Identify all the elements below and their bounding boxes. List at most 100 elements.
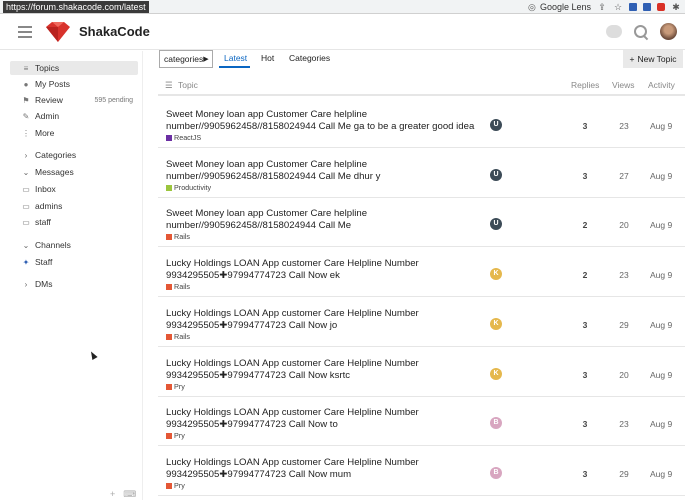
keyboard-icon[interactable]: ⌨ [123, 489, 136, 500]
poster-avatar[interactable]: U [490, 119, 502, 131]
poster-avatar[interactable]: K [490, 318, 502, 330]
extension-icon[interactable] [629, 2, 637, 11]
topic-title-link[interactable]: Sweet Money loan app Customer Care helpl… [166, 159, 476, 183]
category-badge[interactable]: Pry [166, 431, 185, 440]
category-badge[interactable]: Pry [166, 481, 185, 490]
add-icon[interactable]: + [110, 489, 115, 500]
share-icon[interactable]: ⇪ [597, 2, 607, 12]
inbox-icon: ▭ [22, 201, 30, 211]
topic-title-link[interactable]: Lucky Holdings LOAN App customer Care He… [166, 308, 476, 332]
category-badge[interactable]: ReactJS [166, 133, 201, 142]
category-badge[interactable]: Rails [166, 282, 190, 291]
replies-count[interactable]: 3 [578, 419, 592, 429]
sidebar-section-dms[interactable]: › DMs [22, 279, 53, 289]
table-row[interactable]: Sweet Money loan app Customer Care helpl… [158, 198, 685, 247]
category-badge[interactable]: Pry [166, 382, 185, 391]
table-row[interactable]: Lucky Holdings LOAN App customer Care He… [158, 348, 685, 397]
chevron-down-icon: ⌄ [22, 167, 30, 177]
bookmark-star-icon[interactable]: ☆ [613, 2, 623, 12]
wrench-icon: ✎ [22, 111, 30, 121]
table-row[interactable]: Lucky Holdings LOAN App customer Care He… [158, 298, 685, 347]
sidebar-item-staff-inbox[interactable]: ▭ staff [10, 215, 138, 229]
extensions-puzzle-icon[interactable]: ✱ [671, 2, 681, 12]
sidebar-item-topics[interactable]: ≡ Topics [10, 61, 138, 75]
topic-title-link[interactable]: Sweet Money loan app Customer Care helpl… [166, 109, 476, 133]
sidebar-item-label: My Posts [35, 79, 70, 89]
caret-right-icon: ▶ [203, 56, 209, 63]
category-badge[interactable]: Rails [166, 332, 190, 341]
topic-title-link[interactable]: Lucky Holdings LOAN App customer Care He… [166, 258, 476, 282]
shakacode-logo-icon[interactable] [44, 21, 72, 43]
chat-icon[interactable] [606, 25, 622, 38]
tab-categories[interactable]: Categories [289, 53, 330, 63]
replies-count[interactable]: 3 [578, 171, 592, 181]
replies-count[interactable]: 3 [578, 469, 592, 479]
sidebar-item-staff-channel[interactable]: ✦ Staff [10, 255, 138, 269]
replies-count[interactable]: 3 [578, 370, 592, 380]
table-row[interactable]: Sweet Money loan app Customer Care helpl… [158, 149, 685, 198]
table-row[interactable]: Lucky Holdings LOAN App customer Care He… [158, 248, 685, 297]
category-color-swatch [166, 233, 172, 240]
sidebar-section-categories[interactable]: › Categories [22, 150, 76, 160]
user-avatar[interactable] [660, 23, 677, 40]
sidebar-item-more[interactable]: ⋮ More [10, 126, 138, 140]
table-row[interactable]: Sweet Money loan app Customer Care helpl… [158, 99, 685, 148]
bulk-select-icon[interactable]: ☰ [165, 80, 173, 91]
new-topic-button[interactable]: + New Topic [623, 50, 683, 68]
poster-avatar[interactable]: K [490, 368, 502, 380]
activity-date[interactable]: Aug 9 [650, 270, 672, 280]
search-icon[interactable] [634, 24, 648, 39]
category-badge[interactable]: Productivity [166, 183, 211, 192]
sidebar-item-label: staff [35, 217, 51, 227]
column-views[interactable]: Views [612, 80, 635, 90]
sidebar-item-review[interactable]: ⚑ Review 595 pending [10, 93, 138, 107]
topic-title-link[interactable]: Lucky Holdings LOAN App customer Care He… [166, 457, 476, 481]
more-vertical-icon: ⋮ [22, 128, 30, 138]
replies-count[interactable]: 2 [578, 220, 592, 230]
extension-icon-2[interactable] [643, 2, 651, 11]
replies-count[interactable]: 3 [578, 121, 592, 131]
poster-avatar[interactable]: B [490, 467, 502, 479]
hamburger-menu-icon[interactable] [18, 25, 32, 38]
activity-date[interactable]: Aug 9 [650, 121, 672, 131]
replies-count[interactable]: 3 [578, 320, 592, 330]
poster-avatar[interactable]: U [490, 169, 502, 181]
views-count: 23 [619, 419, 629, 429]
sidebar-section-messages[interactable]: ⌄ Messages [22, 167, 74, 177]
replies-count[interactable]: 2 [578, 270, 592, 280]
sidebar-item-label: Topics [35, 63, 60, 73]
tab-latest[interactable]: Latest [224, 53, 247, 63]
categories-dropdown[interactable]: categories ▶ [159, 50, 213, 68]
topic-title-link[interactable]: Lucky Holdings LOAN App customer Care He… [166, 358, 476, 382]
tab-hot[interactable]: Hot [261, 53, 274, 63]
category-color-swatch [166, 283, 172, 290]
sidebar-section-channels[interactable]: ⌄ Channels [22, 240, 71, 250]
activity-date[interactable]: Aug 9 [650, 220, 672, 230]
views-count: 23 [619, 270, 629, 280]
sidebar-item-admins[interactable]: ▭ admins [10, 199, 138, 213]
column-activity[interactable]: Activity [648, 80, 675, 90]
extension-icon-3[interactable] [657, 2, 665, 11]
table-row[interactable]: Lucky Holdings LOAN App customer Care He… [158, 397, 685, 446]
activity-date[interactable]: Aug 9 [650, 419, 672, 429]
topic-title-link[interactable]: Lucky Holdings LOAN App customer Care He… [166, 407, 476, 431]
sidebar-item-admin[interactable]: ✎ Admin [10, 109, 138, 123]
activity-date[interactable]: Aug 9 [650, 370, 672, 380]
table-row[interactable]: Lucky Holdings LOAN App customer Care He… [158, 447, 685, 496]
category-color-swatch [166, 432, 172, 439]
activity-date[interactable]: Aug 9 [650, 320, 672, 330]
sidebar-item-inbox[interactable]: ▭ Inbox [10, 182, 138, 196]
review-pending-count: 595 pending [94, 96, 133, 104]
poster-avatar[interactable]: U [490, 218, 502, 230]
google-lens-button[interactable]: ◎ Google Lens [527, 2, 591, 12]
activity-date[interactable]: Aug 9 [650, 171, 672, 181]
poster-avatar[interactable]: K [490, 268, 502, 280]
address-bar[interactable]: https://forum.shakacode.com/latest [3, 0, 149, 13]
activity-date[interactable]: Aug 9 [650, 469, 672, 479]
poster-avatar[interactable]: B [490, 417, 502, 429]
category-badge[interactable]: Rails [166, 232, 190, 241]
brand-name[interactable]: ShakaCode [79, 24, 150, 39]
sidebar-item-my-posts[interactable]: ● My Posts [10, 77, 138, 91]
column-replies[interactable]: Replies [571, 80, 599, 90]
topic-title-link[interactable]: Sweet Money loan app Customer Care helpl… [166, 208, 476, 232]
